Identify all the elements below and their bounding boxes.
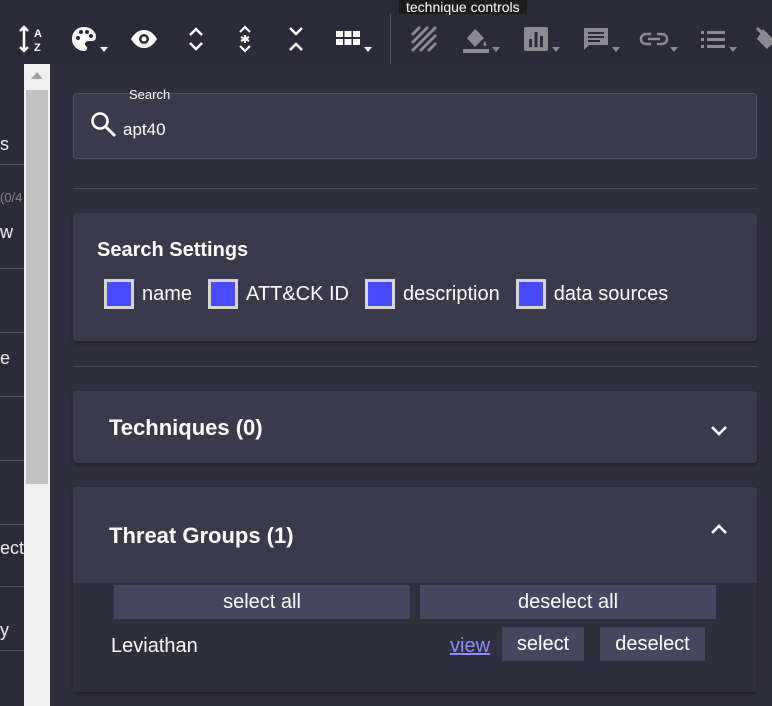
search-settings-title: Search Settings <box>97 239 249 261</box>
toolbar-divider <box>390 14 391 64</box>
search-settings-options: name ATT&CK ID description data sources <box>104 279 684 309</box>
search-input[interactable] <box>123 118 723 142</box>
left-fragment: s <box>0 134 9 154</box>
select-all-button[interactable]: select all <box>114 585 410 619</box>
option-description[interactable]: description <box>365 279 500 309</box>
checkbox-label: data sources <box>553 282 669 305</box>
tooltip: technique controls <box>399 0 527 14</box>
search-label: Search <box>129 87 171 102</box>
group-name: Leviathan <box>111 635 198 657</box>
link-icon[interactable] <box>638 22 678 56</box>
left-fragment[interactable]: w <box>0 222 13 243</box>
left-fragment[interactable]: y <box>0 620 9 641</box>
checkbox[interactable] <box>104 279 134 309</box>
view-link[interactable]: view <box>450 635 490 658</box>
option-attack-id[interactable]: ATT&CK ID <box>208 279 349 309</box>
search-icon <box>91 112 117 138</box>
clear-icon[interactable] <box>752 22 772 56</box>
scroll-up-arrow[interactable] <box>31 72 43 79</box>
palette-icon[interactable] <box>68 22 108 56</box>
left-fragment[interactable]: ect <box>0 538 24 559</box>
checkbox-label: ATT&CK ID <box>246 282 349 305</box>
deselect-button[interactable]: deselect <box>600 627 705 661</box>
checkbox-label: description <box>403 282 500 305</box>
comment-icon[interactable] <box>580 22 620 56</box>
search-field[interactable]: Search <box>73 87 757 159</box>
checkbox[interactable] <box>208 279 239 309</box>
checkbox-label: name <box>142 282 193 305</box>
bar-chart-icon[interactable] <box>520 22 560 56</box>
techniques-title: Techniques (0) <box>109 415 263 440</box>
collapse-icon[interactable] <box>280 22 312 56</box>
search-settings-card: Search Settings name ATT&CK ID descripti… <box>73 213 757 341</box>
eye-icon[interactable] <box>128 22 160 56</box>
stripes-icon[interactable] <box>408 22 440 56</box>
expand-all-icon[interactable] <box>229 22 261 56</box>
expand-icon[interactable] <box>180 22 212 56</box>
select-button[interactable]: select <box>502 627 584 661</box>
option-data-sources[interactable]: data sources <box>515 279 669 309</box>
chevron-up-icon[interactable] <box>709 519 729 539</box>
option-name[interactable]: name <box>104 279 192 309</box>
fill-bucket-icon[interactable] <box>460 22 500 56</box>
threat-groups-title[interactable]: Threat Groups (1) <box>109 523 294 549</box>
left-fragment: (0/4 <box>0 190 23 205</box>
scrollbar[interactable] <box>24 64 50 706</box>
checkbox[interactable] <box>515 279 546 309</box>
divider <box>73 188 757 189</box>
left-fragment[interactable]: e <box>0 348 10 369</box>
search-panel: Search Search Settings name ATT&CK ID de… <box>50 64 772 706</box>
threat-groups-panel: Threat Groups (1) select all deselect al… <box>73 487 757 692</box>
chevron-down-icon[interactable] <box>709 421 729 441</box>
left-side-panel: s (0/4 w e ect y <box>0 64 24 706</box>
divider <box>73 366 757 367</box>
scrollbar-thumb[interactable] <box>26 90 48 484</box>
checkbox[interactable] <box>365 279 395 309</box>
grid-icon[interactable] <box>332 22 372 56</box>
deselect-all-button[interactable]: deselect all <box>420 585 716 619</box>
list-icon[interactable] <box>697 22 737 56</box>
toolbar: technique controls AZ <box>0 0 772 64</box>
svg-text:Z: Z <box>34 42 41 54</box>
threat-groups-content: select all deselect all Leviathan view s… <box>73 583 757 692</box>
techniques-panel-header[interactable]: Techniques (0) <box>73 391 757 463</box>
svg-text:A: A <box>34 28 42 40</box>
sort-az-icon[interactable]: AZ <box>14 22 46 56</box>
